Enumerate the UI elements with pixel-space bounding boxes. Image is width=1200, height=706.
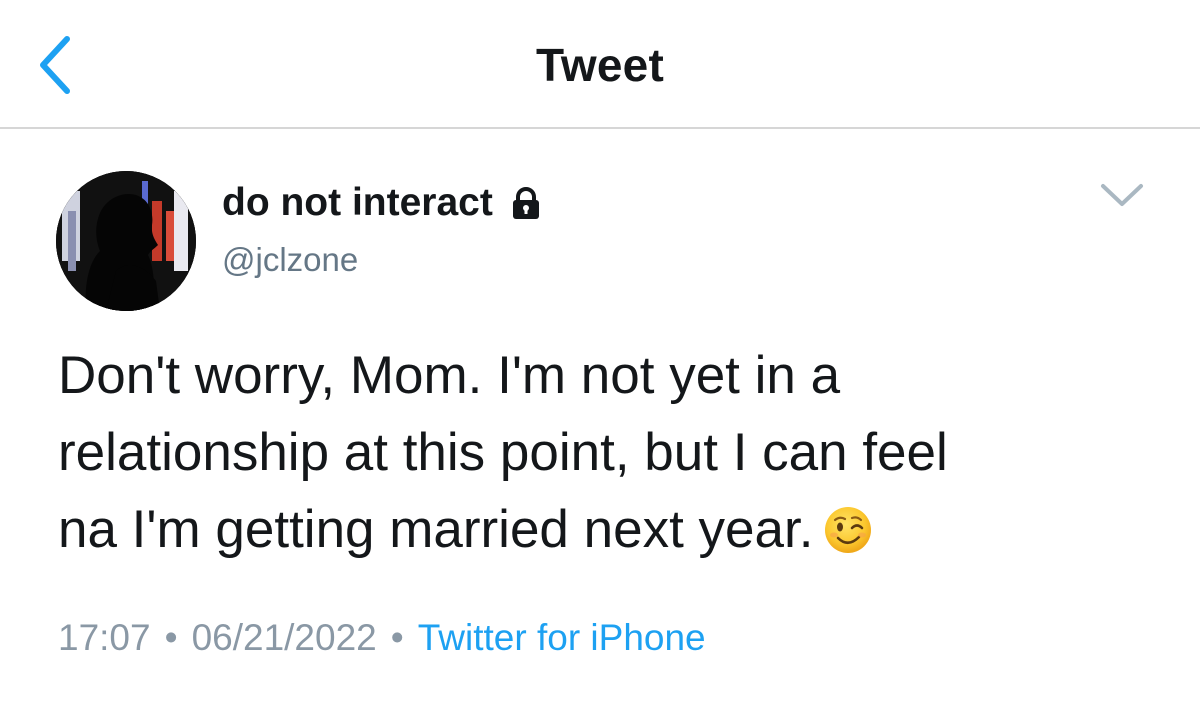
tweet-text-line: Don't worry, Mom. I'm not yet in a bbox=[58, 346, 841, 405]
display-name-text: do not interact bbox=[222, 181, 493, 224]
tweet-detail: do not interact @jclzone Don't worry, Mo… bbox=[0, 131, 1200, 706]
avatar-silhouette-image bbox=[56, 171, 196, 311]
tweet-text-line-content: na I'm getting married next year. bbox=[58, 500, 814, 559]
separator-dot: • bbox=[390, 617, 404, 658]
tweet-text-line: na I'm getting married next year. bbox=[58, 491, 1158, 576]
avatar[interactable] bbox=[56, 171, 196, 311]
more-options-button[interactable] bbox=[1092, 171, 1152, 219]
tweet-date: 06/21/2022 bbox=[191, 617, 377, 658]
tweet-text-line: relationship at this point, but I can fe… bbox=[58, 423, 948, 482]
tweet-source-link[interactable]: Twitter for iPhone bbox=[418, 617, 706, 659]
tweet-text: Don't worry, Mom. I'm not yet in a relat… bbox=[58, 337, 1158, 576]
lock-icon bbox=[509, 186, 543, 220]
chevron-down-icon bbox=[1101, 184, 1143, 206]
separator-dot: • bbox=[164, 617, 178, 658]
page-title: Tweet bbox=[536, 39, 664, 91]
navigation-bar: Tweet bbox=[0, 0, 1200, 129]
tweet-metadata: 17:07 • 06/21/2022 • Twitter for iPhone bbox=[58, 617, 706, 659]
display-name[interactable]: do not interact bbox=[222, 181, 543, 225]
user-handle[interactable]: @jclzone bbox=[222, 241, 358, 279]
tweet-time: 17:07 bbox=[58, 617, 151, 658]
winking-face-icon bbox=[823, 499, 873, 576]
